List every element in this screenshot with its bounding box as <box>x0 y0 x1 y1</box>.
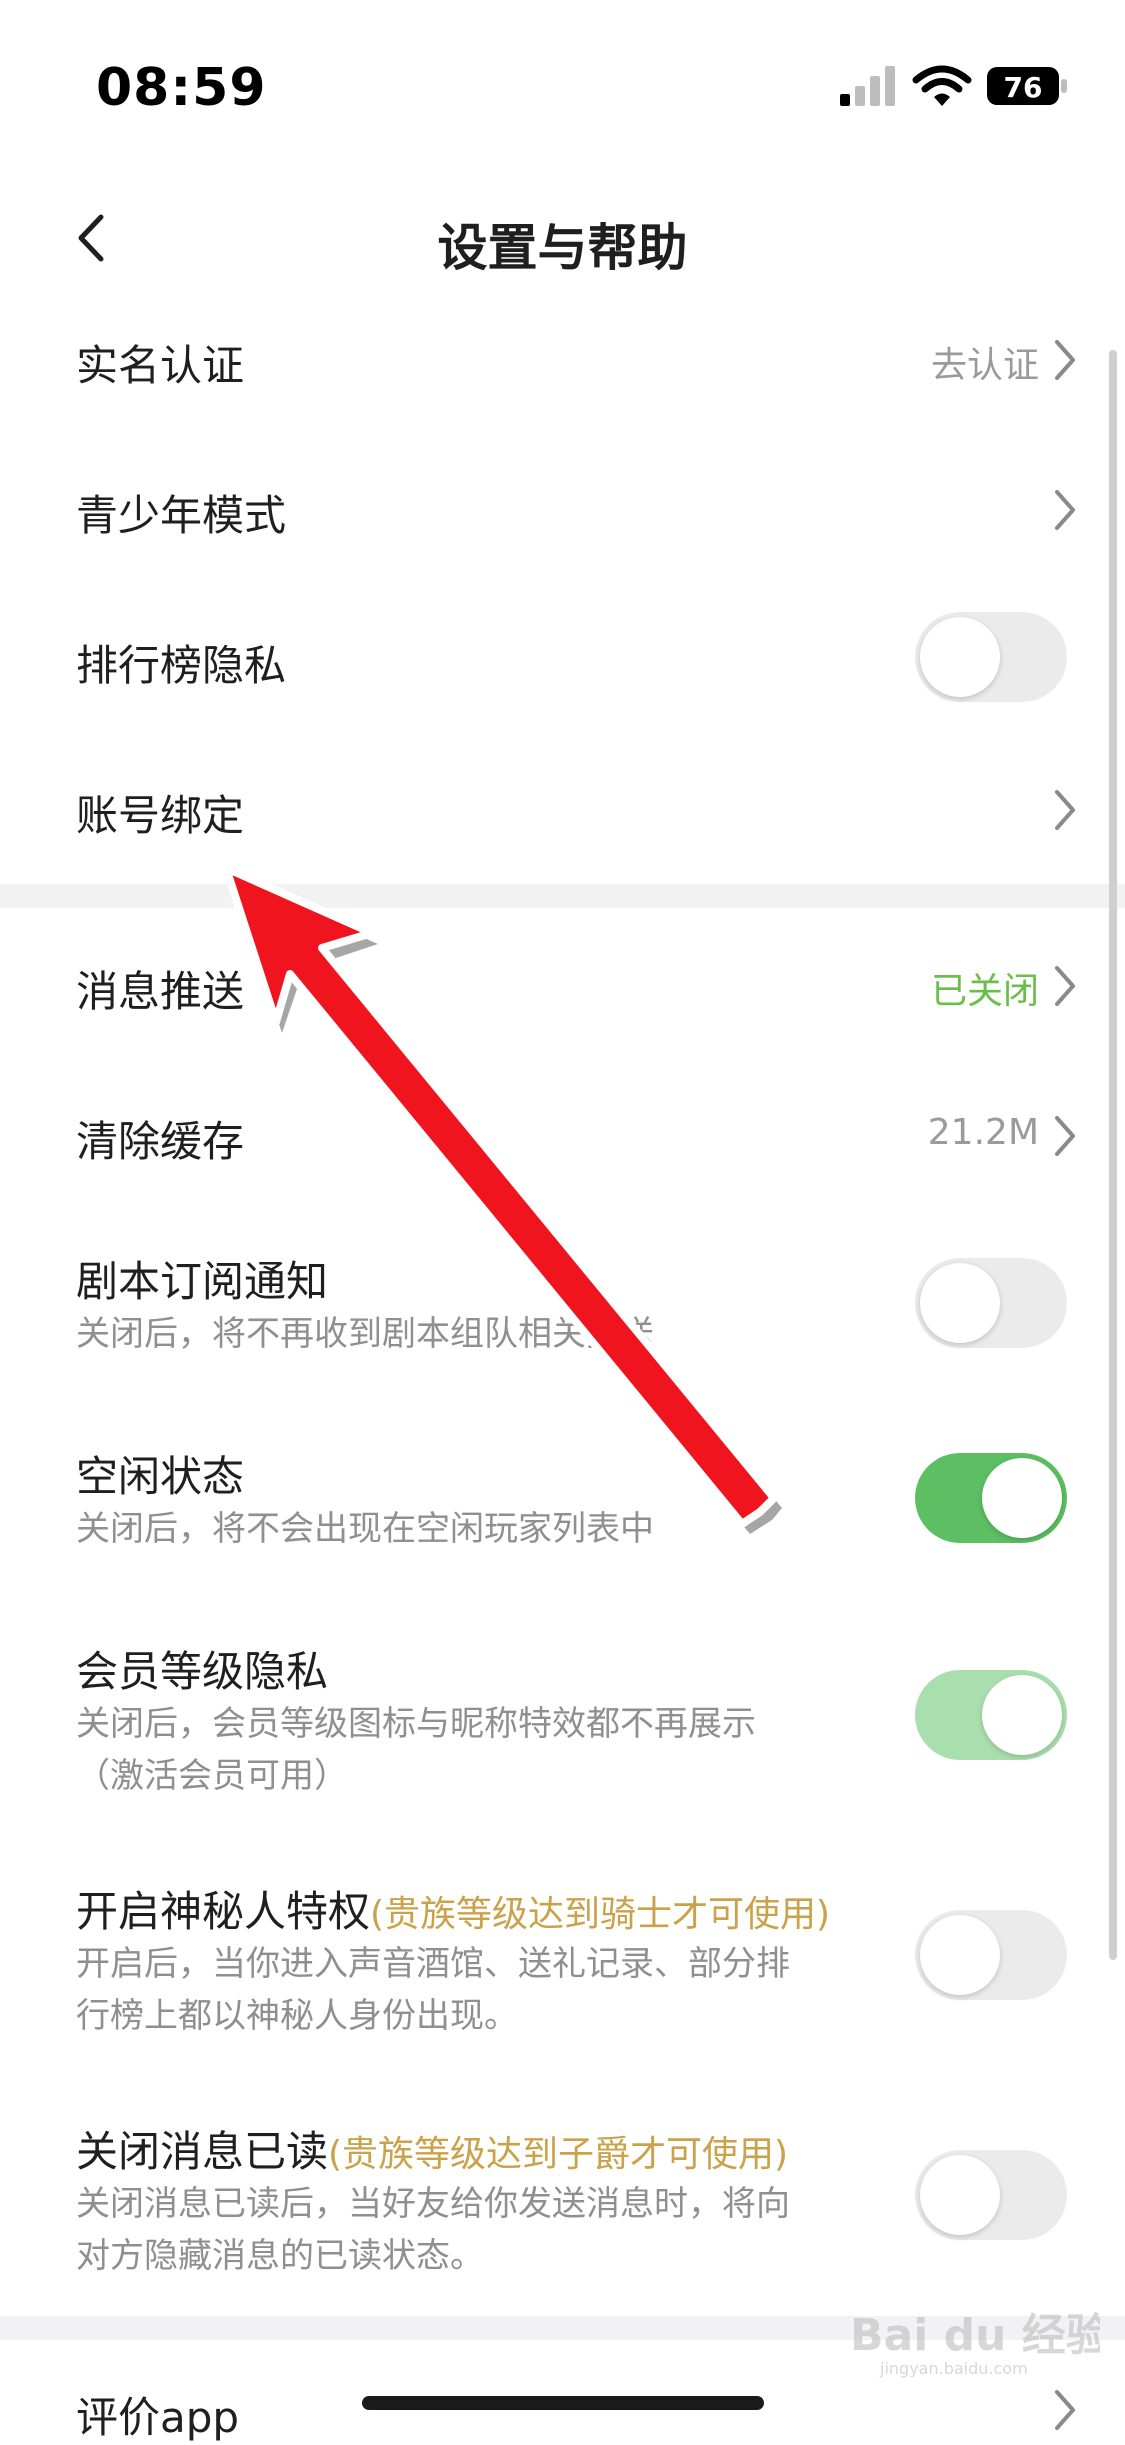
nav-bar: 设置与帮助 <box>0 170 1125 320</box>
scrollbar[interactable] <box>1109 350 1117 1960</box>
toggle-knob <box>982 1458 1062 1538</box>
watermark-logo: Bai du 经验 jingyan.baidu.com <box>850 2310 1100 2378</box>
row-value: 21.2M <box>927 1112 1039 1153</box>
chevron-right-icon <box>1055 490 1075 530</box>
toggle-knob <box>920 617 1000 697</box>
settings-row-read-receipts: 关闭消息已读(贵族等级达到子爵才可使用) 关闭消息已读后，当好友给你发送消息时，… <box>0 2090 1125 2300</box>
settings-row-teen-mode[interactable]: 青少年模式 <box>0 448 1125 568</box>
row-label: 关闭消息已读 <box>76 2127 329 2176</box>
row-label: 会员等级隐私 <box>76 1647 329 1696</box>
row-description-line2: 对方隐藏消息的已读状态。 <box>76 2236 484 2276</box>
settings-row-message-push[interactable]: 消息推送 已关闭 <box>0 922 1125 1042</box>
row-label-group: 开启神秘人特权(贵族等级达到骑士才可使用) <box>76 1878 830 1939</box>
read-receipts-toggle[interactable] <box>915 2150 1067 2240</box>
home-indicator <box>362 2396 764 2410</box>
row-description: 关闭消息已读后，当好友给你发送消息时，将向 <box>76 2184 790 2224</box>
chevron-right-icon <box>1055 1116 1075 1156</box>
row-label: 青少年模式 <box>76 491 287 540</box>
script-subscription-toggle[interactable] <box>915 1258 1067 1348</box>
section-divider <box>0 884 1125 908</box>
row-description: 关闭后，会员等级图标与昵称特效都不再展示 <box>76 1704 756 1744</box>
battery-level: 76 <box>1004 71 1043 104</box>
settings-row-real-name-verification[interactable]: 实名认证 去认证 <box>0 300 1125 420</box>
row-label: 实名认证 <box>76 341 245 390</box>
row-label: 清除缓存 <box>76 1117 245 1166</box>
settings-row-leaderboard-privacy: 排行榜隐私 <box>0 598 1125 718</box>
row-description-line2: 行榜上都以神秘人身份出现。 <box>76 1996 518 2036</box>
chevron-right-icon <box>1055 966 1075 1006</box>
mystery-privilege-toggle[interactable] <box>915 1910 1067 2000</box>
wifi-icon <box>912 65 972 106</box>
chevron-right-icon <box>1055 790 1075 830</box>
row-description: 关闭后，将不再收到剧本组队相关推送 <box>76 1314 654 1354</box>
toggle-knob <box>920 1915 1000 1995</box>
row-label: 开启神秘人特权 <box>76 1887 371 1936</box>
settings-row-idle-status: 空闲状态 关闭后，将不会出现在空闲玩家列表中 <box>0 1415 1125 1585</box>
chevron-right-icon <box>1055 340 1075 380</box>
row-label: 剧本订阅通知 <box>76 1257 329 1306</box>
row-label: 消息推送 <box>76 967 245 1016</box>
chevron-right-icon <box>1055 2390 1075 2430</box>
page-title: 设置与帮助 <box>437 219 688 277</box>
row-label: 空闲状态 <box>76 1452 245 1501</box>
row-description: 关闭后，将不会出现在空闲玩家列表中 <box>76 1509 654 1549</box>
premium-requirement-note: (贵族等级达到子爵才可使用) <box>328 2134 789 2175</box>
row-value: 已关闭 <box>930 971 1039 1012</box>
leaderboard-privacy-toggle[interactable] <box>915 612 1067 702</box>
row-label-group: 关闭消息已读(贵族等级达到子爵才可使用) <box>76 2118 788 2179</box>
toggle-knob <box>920 2155 1000 2235</box>
row-label: 账号绑定 <box>76 791 245 840</box>
status-time: 08:59 <box>96 58 267 118</box>
settings-row-mystery-privilege: 开启神秘人特权(贵族等级达到骑士才可使用) 开启后，当你进入声音酒馆、送礼记录、… <box>0 1850 1125 2060</box>
toggle-knob <box>982 1675 1062 1755</box>
cellular-signal-icon <box>840 66 895 106</box>
idle-status-toggle[interactable] <box>915 1453 1067 1543</box>
battery-icon: 76 <box>987 67 1067 105</box>
settings-row-script-subscription-notice: 剧本订阅通知 关闭后，将不再收到剧本组队相关推送 <box>0 1220 1125 1390</box>
row-label: 排行榜隐私 <box>76 641 287 690</box>
settings-row-member-level-privacy: 会员等级隐私 关闭后，会员等级图标与昵称特效都不再展示 （激活会员可用） <box>0 1610 1125 1820</box>
toggle-knob <box>920 1263 1000 1343</box>
watermark-text: Bai du 经验 <box>850 2310 1100 2361</box>
member-level-privacy-toggle[interactable] <box>915 1670 1067 1760</box>
row-value: 去认证 <box>930 345 1039 386</box>
row-description-line2: （激活会员可用） <box>76 1756 348 1796</box>
premium-requirement-note: (贵族等级达到骑士才可使用) <box>370 1894 831 1935</box>
watermark-url: jingyan.baidu.com <box>879 2359 1028 2378</box>
status-bar: 08:59 76 <box>0 0 1125 180</box>
row-description: 开启后，当你进入声音酒馆、送礼记录、部分排 <box>76 1944 790 1984</box>
settings-row-clear-cache[interactable]: 清除缓存 21.2M <box>0 1072 1125 1192</box>
settings-row-account-binding[interactable]: 账号绑定 <box>0 748 1125 868</box>
